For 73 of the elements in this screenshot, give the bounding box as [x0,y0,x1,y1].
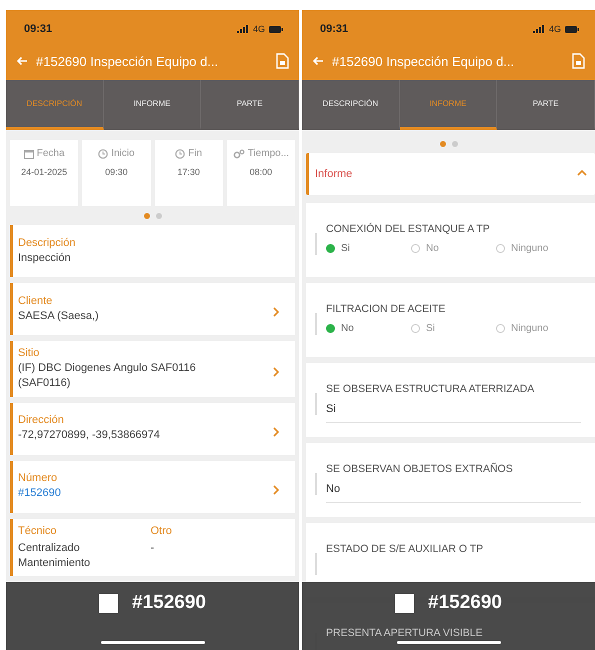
question-label: SE OBSERVAN OBJETOS EXTRAÑOS [326,463,514,475]
network-label: 4G [252,24,265,34]
detail-card[interactable]: Cliente SAESA (Saesa,) [10,283,295,335]
field-value: (IF) DBC Diogenes Angulo SAF0116 (SAF0116) [18,361,197,391]
detail-card[interactable]: Dirección -72,97270899, -39,53866974 [10,402,295,455]
field-label: Cliente [18,294,54,307]
tab[interactable]: PARTE [201,80,299,130]
field-link[interactable]: #152690 [18,486,235,502]
field-label: Dirección [18,414,65,426]
radio-option[interactable]: No [326,323,411,334]
tile-value: 08:00 [250,167,272,177]
tab[interactable]: DESCRIPCIÓN [302,80,400,130]
chevron-up-icon[interactable] [577,168,587,178]
back-arrow-icon[interactable] [16,56,28,66]
battery-icon [269,26,283,32]
field-label: Descripción [18,236,76,249]
order-number: #152690 [132,592,206,614]
status-time: 09:31 [320,23,348,35]
network-label: 4G [548,24,561,34]
chevron-right-icon[interactable] [271,426,281,437]
question-label: PRESENTA APERTURA VISIBLE [326,627,483,639]
field-value: - [150,540,156,556]
field-value: SAESA (Saesa,) [18,308,100,324]
document-icon[interactable] [276,53,289,69]
clock-icon [98,148,108,158]
section-header[interactable]: Informe [306,153,595,195]
question-label: SE OBSERVA ESTRUCTURA ATERRIZADA [326,383,536,395]
tile-label: Fecha [36,148,65,159]
screen-title: #152690 Inspección Equipo d... [332,54,516,68]
detail-card[interactable]: Número #152690 [10,460,295,513]
tile-label: Fin [188,148,202,159]
page-dot[interactable] [452,141,458,147]
status-time: 09:31 [24,23,52,35]
tile-value: 17:30 [177,167,200,177]
tab[interactable]: PARTE [497,80,595,130]
chevron-right-icon[interactable] [271,366,281,377]
tab[interactable]: INFORME [104,80,202,130]
field-value: Inspección [18,250,72,266]
calendar-icon [24,148,34,158]
field-label: Número [18,472,58,484]
square-icon[interactable] [99,594,118,612]
answer-field[interactable]: No [326,483,581,503]
field-label: Técnico [18,524,58,537]
tile-value: 24-01-2025 [21,167,68,177]
tile-label: Tiempo... [248,148,290,159]
document-icon[interactable] [572,53,585,69]
signal-icon [532,25,545,33]
screen-title: #152690 Inspección Equipo d... [36,54,220,68]
field-label: Sitio [18,347,40,359]
detail-card[interactable]: Sitio (IF) DBC Diogenes Angulo SAF0116 (SAF0116) [10,341,295,397]
clock-icon [175,148,186,158]
question-label: ESTADO DE S/E AUXILIAR O TP [326,543,484,555]
square-icon[interactable] [395,594,414,612]
tile-value: 09:30 [105,167,128,177]
section-title: Informe [315,168,352,180]
back-arrow-icon[interactable] [312,56,324,66]
field-value: Centralizado Mantenimiento [18,540,92,570]
radio-option[interactable]: Si [326,243,411,254]
chevron-right-icon[interactable] [271,307,281,317]
signal-icon [236,25,249,33]
tile-label: Inicio [111,148,135,159]
page-dot[interactable] [440,141,446,147]
question-label: FILTRACION DE ACEITE [326,303,446,315]
chevron-right-icon[interactable] [271,484,281,495]
gears-icon [232,148,245,158]
page-dot[interactable] [144,213,150,219]
page-dot[interactable] [156,213,162,219]
battery-icon [565,26,579,32]
question-label: CONEXIÓN DEL ESTANQUE A TP [326,223,491,235]
answer-field[interactable]: Si [326,403,581,423]
field-value: -72,97270899, -39,53866974 [18,428,161,444]
order-number: #152690 [428,592,502,614]
field-label: Otro [150,524,173,537]
